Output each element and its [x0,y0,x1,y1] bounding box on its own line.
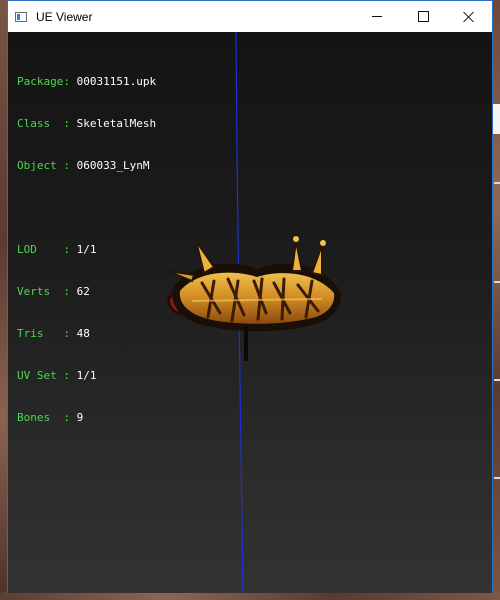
info-label: Bones [17,411,51,424]
info-separator: : [36,243,77,256]
close-icon [463,11,475,23]
info-separator: : [63,75,77,88]
info-row-uvset: UV Set : 1/1 [17,369,156,383]
3d-viewport[interactable]: Package: 00031151.upk Class : SkeletalMe… [8,32,492,593]
window-app-icon[interactable] [15,11,27,22]
background-mark [494,281,500,283]
info-row-class: Class : SkeletalMesh [17,117,156,131]
info-label: Verts [17,285,51,298]
info-value: 62 [76,285,90,298]
minimize-icon [372,16,382,17]
background-mark [494,477,500,479]
close-button[interactable] [446,1,492,32]
maximize-icon [417,11,429,22]
info-label: Class [17,117,51,130]
info-label: UV Set [17,369,57,382]
info-row-lod: LOD : 1/1 [17,243,156,257]
info-row-package: Package: 00031151.upk [17,75,156,89]
info-value: 9 [76,411,84,424]
minimize-button[interactable] [354,1,400,32]
info-value: 00031151.upk [76,75,157,88]
info-value: 1/1 [76,243,97,256]
info-spacer [17,201,156,215]
info-value: 1/1 [76,369,97,382]
ue-viewer-window: UE Viewer Package: 00031151.upk Class: … [7,0,493,593]
window-title: UE Viewer [36,9,93,24]
info-separator: : [50,285,77,298]
skeletal-mesh-logo [167,236,341,361]
info-separator: : [56,369,77,382]
info-value: 060033_LynM [76,159,150,172]
info-separator: : [50,411,77,424]
mesh-info-panel: Package: 00031151.upk Class : SkeletalMe… [17,47,156,453]
info-separator: : [43,327,77,340]
title-bar[interactable]: UE Viewer [8,1,492,32]
info-separator: : [50,117,77,130]
info-value: SkeletalMesh [76,117,157,130]
info-label: Tris [17,327,44,340]
info-row-object: Object : 060033_LynM [17,159,156,173]
background-mark [494,379,500,381]
desktop-background-bottom [0,592,500,600]
info-row-verts: Verts : 62 [17,285,156,299]
background-mark [494,182,500,184]
info-row-tris: Tris : 48 [17,327,156,341]
info-row-bones: Bones : 9 [17,411,156,425]
maximize-button[interactable] [400,1,446,32]
info-separator: : [56,159,77,172]
info-label: Object [17,159,57,172]
info-value: 48 [76,327,90,340]
info-label: LOD [17,243,37,256]
info-label: Package [17,75,64,88]
